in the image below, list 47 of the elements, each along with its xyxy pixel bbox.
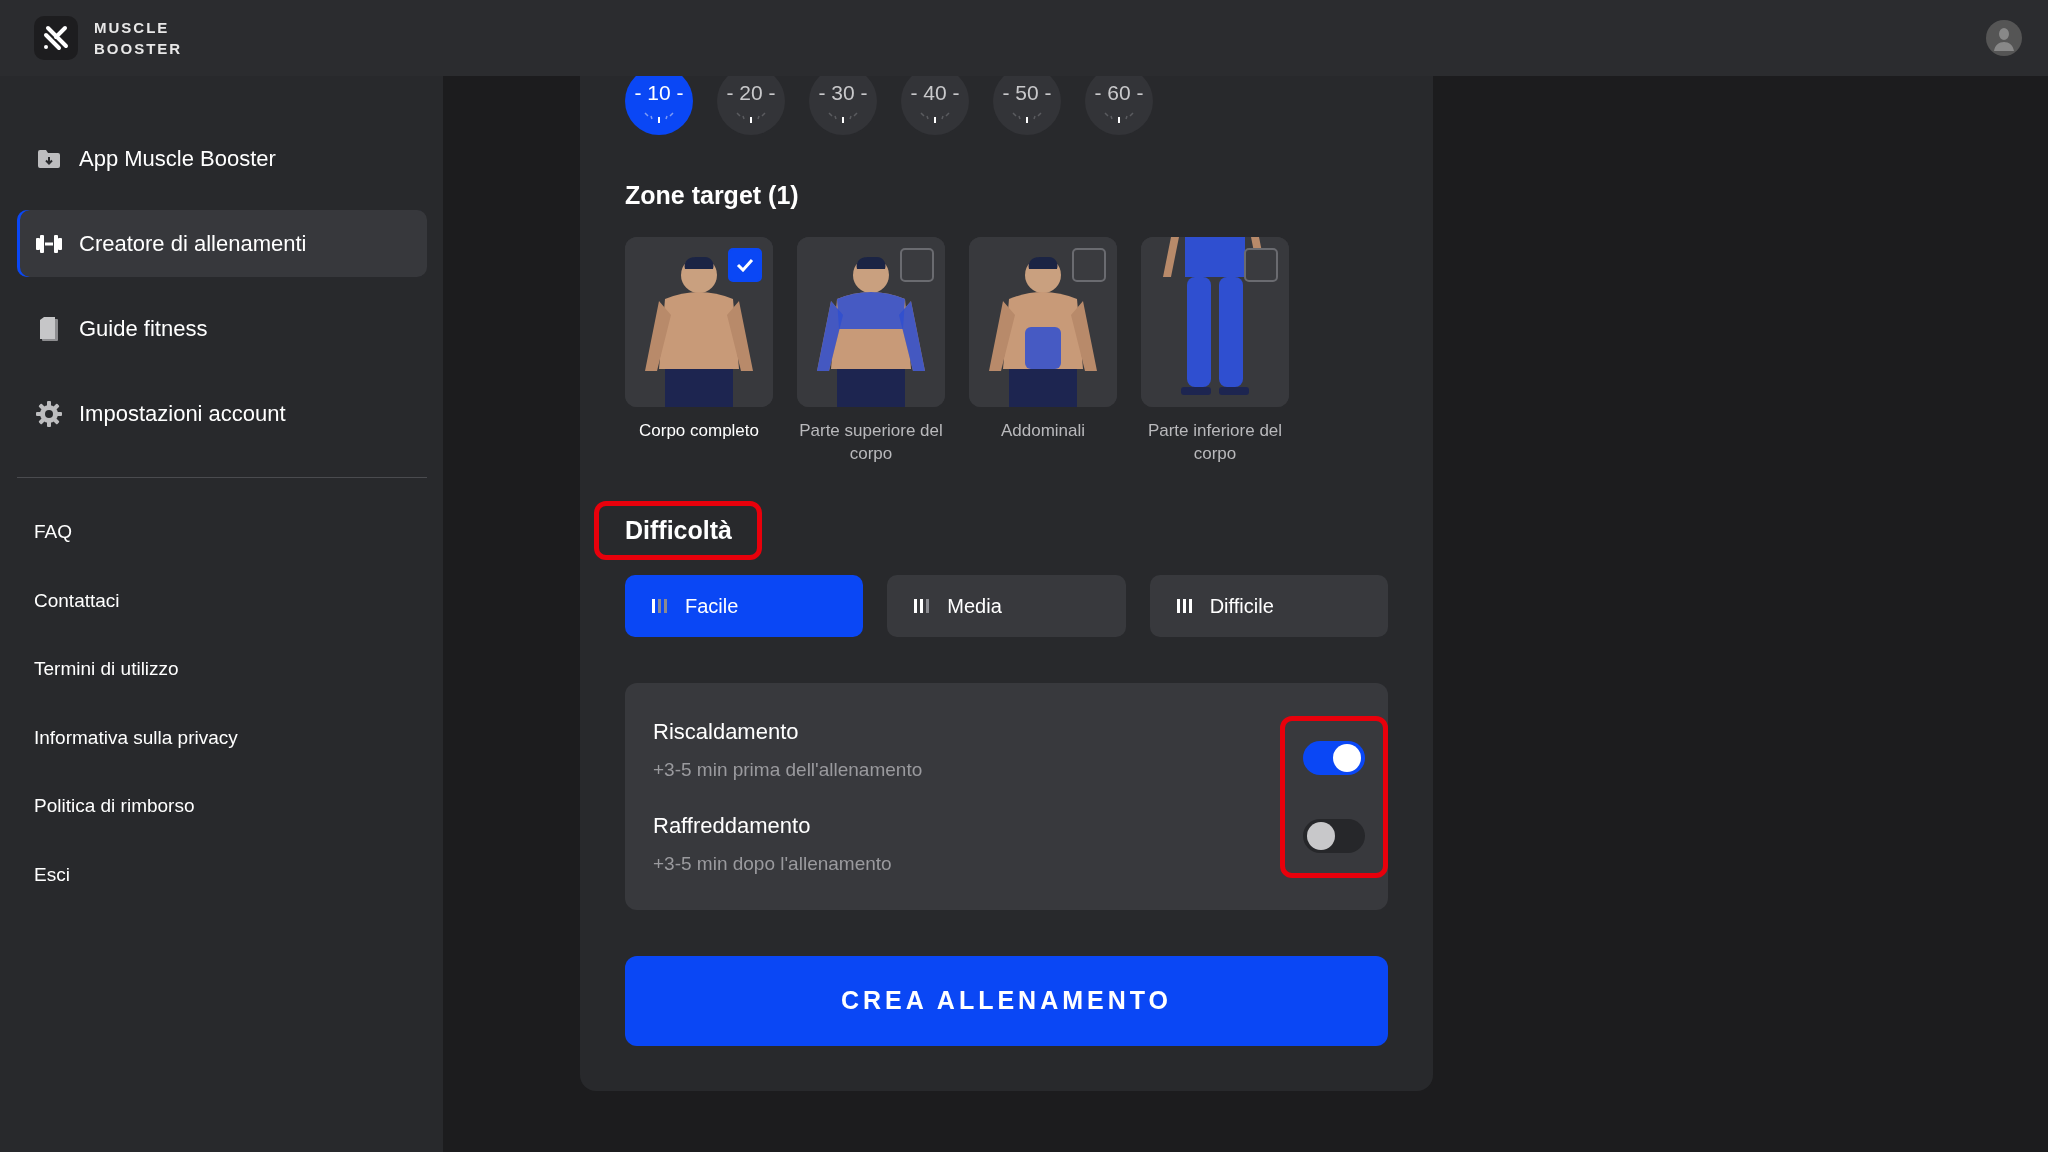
footer-link[interactable]: Informativa sulla privacy [34,723,238,752]
difficulty-option[interactable]: Facile [625,575,864,637]
duration-option[interactable]: - 40 - [901,76,969,135]
duration-option[interactable]: - 20 - [717,76,785,135]
section-title: Difficoltà [594,500,762,560]
zone-label: Parte superiore del corpo [798,419,944,465]
duration-option[interactable]: - 50 - [993,76,1061,135]
duration-option[interactable]: - 30 - [809,76,877,135]
logo-icon [34,16,78,60]
avatar-icon[interactable] [1986,20,2022,56]
option-description: +3-5 min dopo l'allenamento [653,851,893,876]
checkbox[interactable] [1244,247,1278,282]
sidebar-item[interactable]: Guide fitness [17,295,427,362]
footer-link[interactable]: Politica di rimborso [34,792,195,821]
section-title: Zone target (1) [625,180,800,211]
toggle-switch[interactable] [1303,740,1365,775]
sidebar-item[interactable]: Creatore di allenamenti [17,210,427,277]
settings-icon [35,400,63,427]
option-title: Raffreddamento [653,811,812,840]
checkbox[interactable] [900,247,934,282]
level-bars-icon [1175,597,1194,615]
create-workout-button[interactable]: CREA ALLENAMENTO [625,956,1388,1046]
footer-link[interactable]: Esci [34,860,70,889]
difficulty-option[interactable]: Media [887,575,1126,637]
sidebar-item[interactable]: App Muscle Booster [17,125,427,192]
option-description: +3-5 min prima dell'allenamento [653,758,923,782]
folder-download-icon [35,147,63,170]
checkbox[interactable] [728,247,762,282]
toggle-switch[interactable] [1303,818,1365,853]
zone-label: Corpo completo [638,419,760,442]
sidebar-item[interactable]: Impostazioni account [17,380,427,447]
option-title: Riscaldamento [653,718,800,746]
zone-label: Parte inferiore del corpo [1146,419,1284,465]
footer-link[interactable]: FAQ [34,518,72,547]
zone-label: Addominali [999,419,1087,442]
level-bars-icon [651,597,669,615]
checkbox[interactable] [1072,247,1106,282]
footer-link[interactable]: Contattaci [34,586,120,615]
footer-link[interactable]: Termini di utilizzo [34,655,179,684]
level-bars-icon [913,597,932,615]
duration-option[interactable]: - 60 - [1085,76,1153,135]
difficulty-option[interactable]: Difficile [1149,575,1388,637]
logo-text: BOOSTER [94,39,183,59]
logo-text: MUSCLE [94,18,171,38]
checkmark-icon [736,257,754,272]
dumbbell-icon [35,233,63,254]
duration-option[interactable]: - 10 - [625,76,693,135]
